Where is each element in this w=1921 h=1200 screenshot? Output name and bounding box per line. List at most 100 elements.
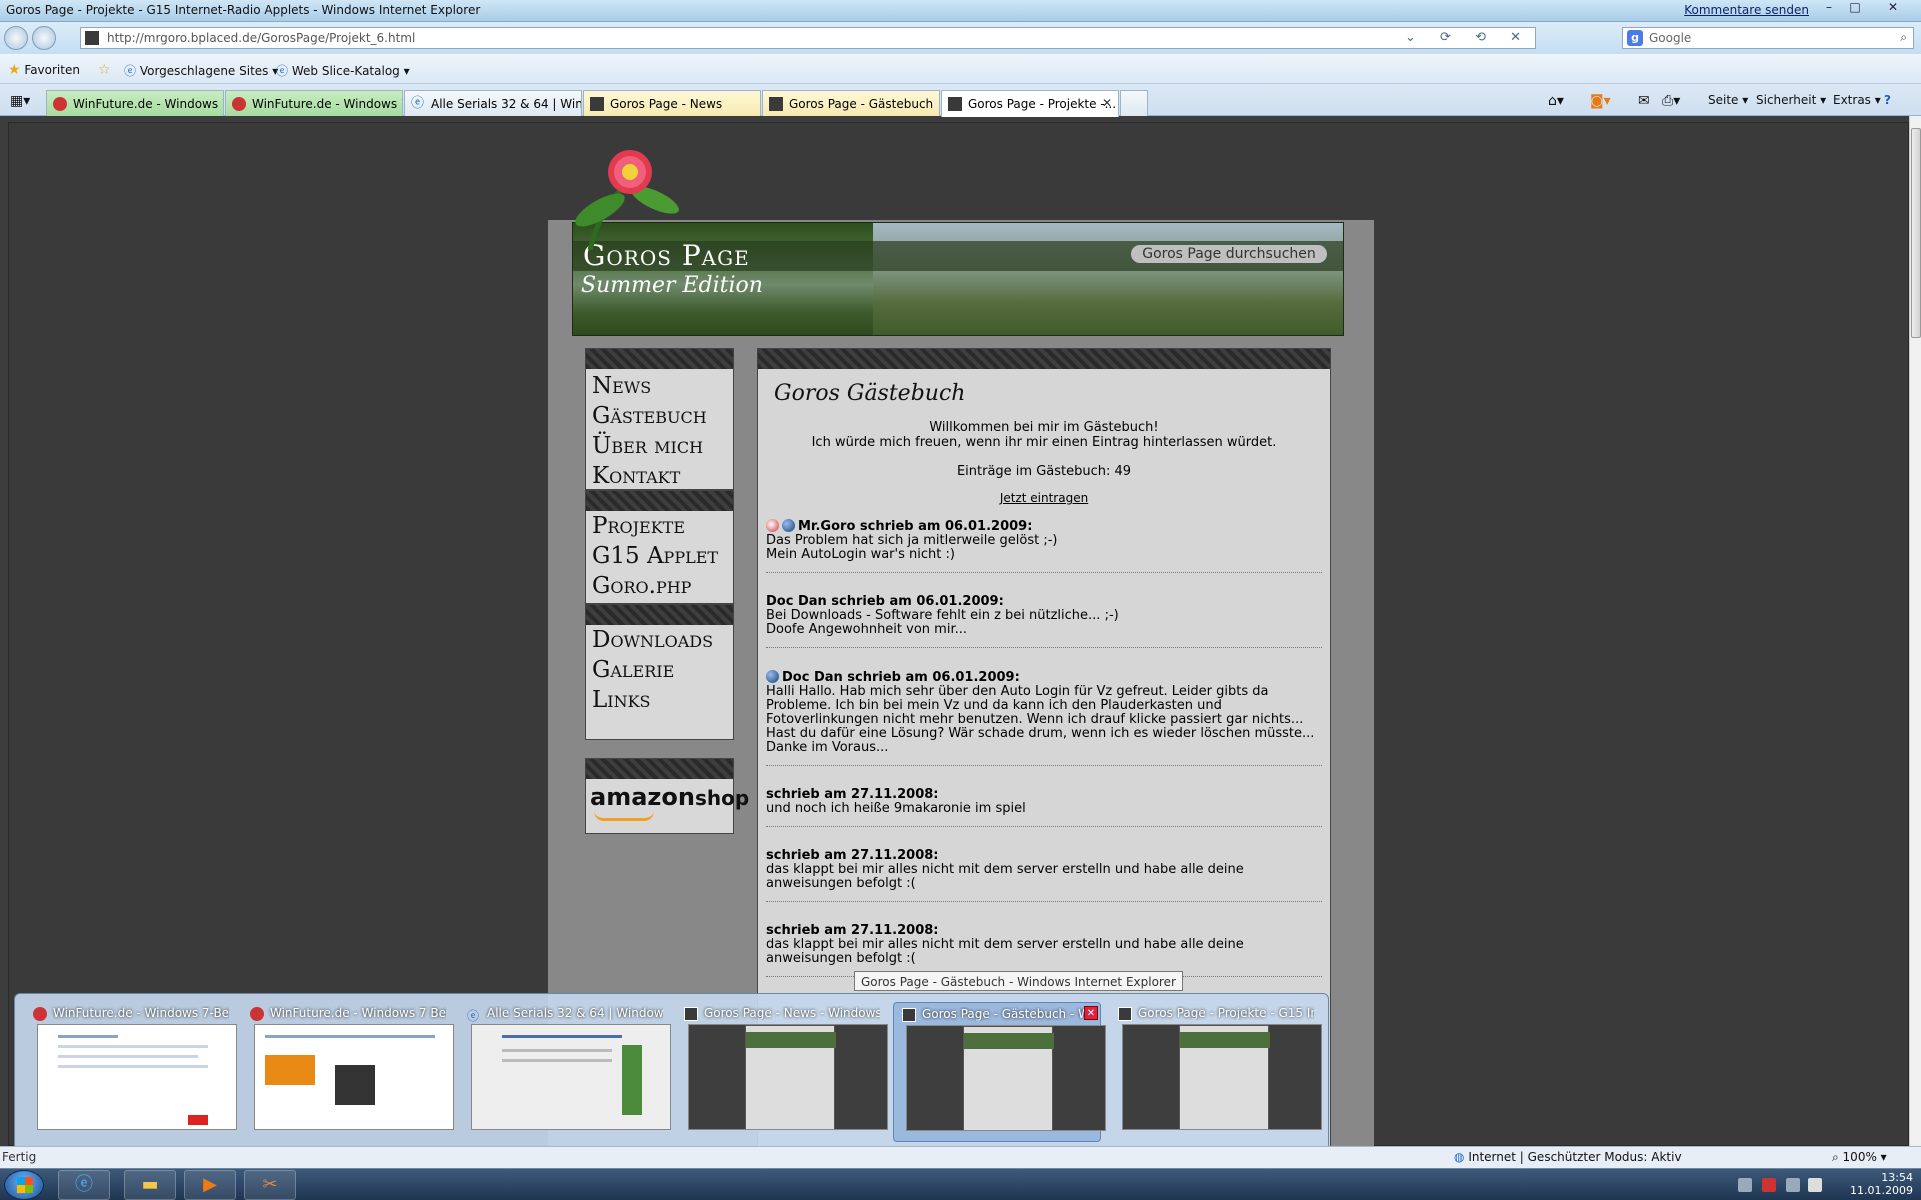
menu-gallery[interactable]: Galerie [586,655,733,685]
guestbook-entries: Mr.Goro schrieb am 06.01.2009: Das Probl… [758,519,1330,977]
web-slice-button[interactable]: ⓔ Web Slice-Katalog ▾ [276,62,410,79]
site-search-button[interactable]: Goros Page durchsuchen [1131,245,1327,263]
thumbnail-tooltip: Goros Page - Gästebuch - Windows Interne… [854,971,1183,991]
add-favorite-icon[interactable]: ☆ [98,62,111,78]
menu-links[interactable]: Links [586,685,733,715]
thumbnail-preview [254,1024,454,1130]
ie-taskbar-icon[interactable]: ⓔ [58,1170,110,1200]
display-tray-icon[interactable] [1786,1178,1800,1192]
menu-downloads[interactable]: Downloads [586,625,733,655]
clock[interactable]: 13:54 11.01.2009 [1850,1171,1913,1197]
security-zone[interactable]: ◍ Internet | Geschützter Modus: Aktiv [1454,1150,1682,1164]
snipping-tool-icon[interactable]: ✂ [244,1170,296,1200]
feeds-icon[interactable]: ◙▾ [1590,93,1611,109]
start-button[interactable] [4,1170,44,1200]
header-landscape [873,223,1343,335]
website-globe-icon[interactable] [766,670,779,683]
sign-guestbook-link[interactable]: Jetzt eintragen [758,491,1330,505]
security-menu[interactable]: Sicherheit ▾ [1756,93,1826,107]
home-icon[interactable]: ⌂▾ [1548,93,1564,109]
guestbook-heading: Goros Gästebuch [774,381,966,406]
taskbar: ⓔ ▬ ▶ ✂ 13:54 11.01.2009 [0,1168,1921,1200]
goros-icon [948,97,962,111]
media-player-icon[interactable]: ▶ [184,1170,236,1200]
address-url[interactable]: http://mrgoro.bplaced.de/GorosPage/Proje… [107,31,415,45]
tab-goros-news[interactable]: Goros Page - News [583,90,761,116]
thumbnail-preview [906,1025,1106,1131]
thumbnail-goros-guestbook[interactable]: Goros Page - Gästebuch - W... ✕ [893,1002,1106,1142]
thumbnail-goros-projects[interactable]: Goros Page - Projekte - G15 Inte... [1110,1002,1322,1142]
guestbook-entry: Doc Dan schrieb am 06.01.2009: Halli Hal… [766,670,1322,766]
tab-winfuture-1[interactable]: WinFuture.de - Windows 7... [46,90,224,116]
suggested-sites-button[interactable]: ⓔ Vorgeschlagene Sites ▾ [124,62,278,79]
website-globe-icon[interactable] [782,519,795,532]
menu-guestbook[interactable]: Gästebuch [586,401,733,431]
quick-tabs-icon[interactable]: ▦▾ [10,93,30,109]
menu-projects[interactable]: Projekte [586,511,733,541]
amazon-shop-box[interactable]: amazonshop [585,758,749,834]
back-button[interactable] [4,26,28,50]
amazon-shop-logo[interactable]: amazonshop [586,779,749,821]
close-tab-icon[interactable]: ✕ [1102,96,1112,110]
thumbnail-preview [688,1024,888,1130]
tab-goros-projects[interactable]: Goros Page - Projekte -... ✕ [941,90,1119,117]
network-tray-icon[interactable] [1738,1178,1752,1192]
volume-tray-icon[interactable] [1808,1178,1822,1192]
print-icon[interactable]: ⎙▾ [1662,93,1680,109]
google-icon: g [1627,30,1643,46]
thumbnail-winfuture-1[interactable]: WinFuture.de - Windows 7-Beta... [25,1002,237,1142]
guestbook-entry: schrieb am 27.11.2008: und noch ich heiß… [766,788,1322,827]
menu-contact[interactable]: Kontakt [586,461,733,491]
address-bar[interactable]: http://mrgoro.bplaced.de/GorosPage/Proje… [80,27,1536,49]
tab-winfuture-2[interactable]: WinFuture.de - Windows 7... [225,90,403,116]
menu-box-downloads: Downloads Galerie Links [585,604,734,740]
extras-menu[interactable]: Extras ▾ [1833,93,1881,107]
search-input[interactable]: Google [1649,31,1691,45]
thumbnail-goros-news[interactable]: Goros Page - News - Windows I... [676,1002,888,1142]
zoom-level[interactable]: ⌕ 100% ▾ [1832,1150,1887,1165]
guestbook-entry: Mr.Goro schrieb am 06.01.2009: Das Probl… [766,519,1322,573]
close-thumbnail-icon[interactable]: ✕ [1084,1006,1098,1020]
favorites-button[interactable]: ★ Favoriten [8,62,80,78]
favorites-bar: ★ Favoriten ☆ ⓔ Vorgeschlagene Sites ▾ ⓔ… [0,54,1921,84]
vertical-scrollbar[interactable] [1909,116,1921,1146]
action-center-tray-icon[interactable] [1762,1178,1776,1192]
thumbnail-alle-serials[interactable]: ⓔ Alle Serials 32 & 64 | Windows 7 ... [459,1002,671,1142]
menu-goro-php[interactable]: Goro.php [586,571,733,601]
taskbar-thumbnail-panel: WinFuture.de - Windows 7-Beta... WinFutu… [14,993,1329,1151]
menu-stripe [586,491,733,511]
help-icon[interactable]: ? [1884,93,1891,107]
site-subtitle: Summer Edition [581,273,763,298]
close-window-button[interactable]: ✕ [1880,0,1906,17]
menu-news[interactable]: News [586,371,733,401]
tab-alle-serials[interactable]: ⓔAlle Serials 32 & 64 | Wind... [404,90,582,116]
thumbnail-preview [471,1024,671,1130]
guestbook-entry: schrieb am 27.11.2008: das klappt bei mi… [766,849,1322,902]
menu-box-main: News Gästebuch Über mich Kontakt [585,348,734,490]
menu-g15-applet[interactable]: G15 Applet [586,541,733,571]
menu-stripe [586,605,733,625]
home-icon[interactable] [766,519,779,532]
new-tab-button[interactable] [1120,90,1148,116]
thumbnail-winfuture-2[interactable]: WinFuture.de - Windows 7 Beta ... [242,1002,454,1142]
status-text: Fertig [2,1150,37,1164]
explorer-folder-icon[interactable]: ▬ [124,1170,176,1200]
thumbnail-preview [37,1024,237,1130]
tab-goros-guestbook[interactable]: Goros Page - Gästebuch [762,90,940,116]
maximize-button[interactable]: □ [1842,0,1868,17]
search-icon[interactable]: ⌕ [1900,30,1907,45]
menu-about[interactable]: Über mich [586,431,733,461]
mail-icon[interactable]: ✉ [1638,93,1650,109]
minimize-button[interactable]: – [1816,0,1842,17]
page-menu[interactable]: Seite ▾ [1708,93,1748,107]
flower-logo [575,150,679,250]
feedback-link[interactable]: Kommentare senden [1684,3,1809,17]
scrollbar-thumb[interactable] [1911,128,1921,338]
address-buttons[interactable]: ⌄ ⟳ ⟲ ✕ [1405,30,1531,45]
goros-icon [769,97,783,111]
winfuture-icon [232,97,246,111]
forward-button[interactable] [32,26,56,50]
menu-stripe [586,759,733,779]
site-favicon-icon [85,31,99,45]
search-box[interactable]: g Google ⌕ [1622,27,1914,49]
